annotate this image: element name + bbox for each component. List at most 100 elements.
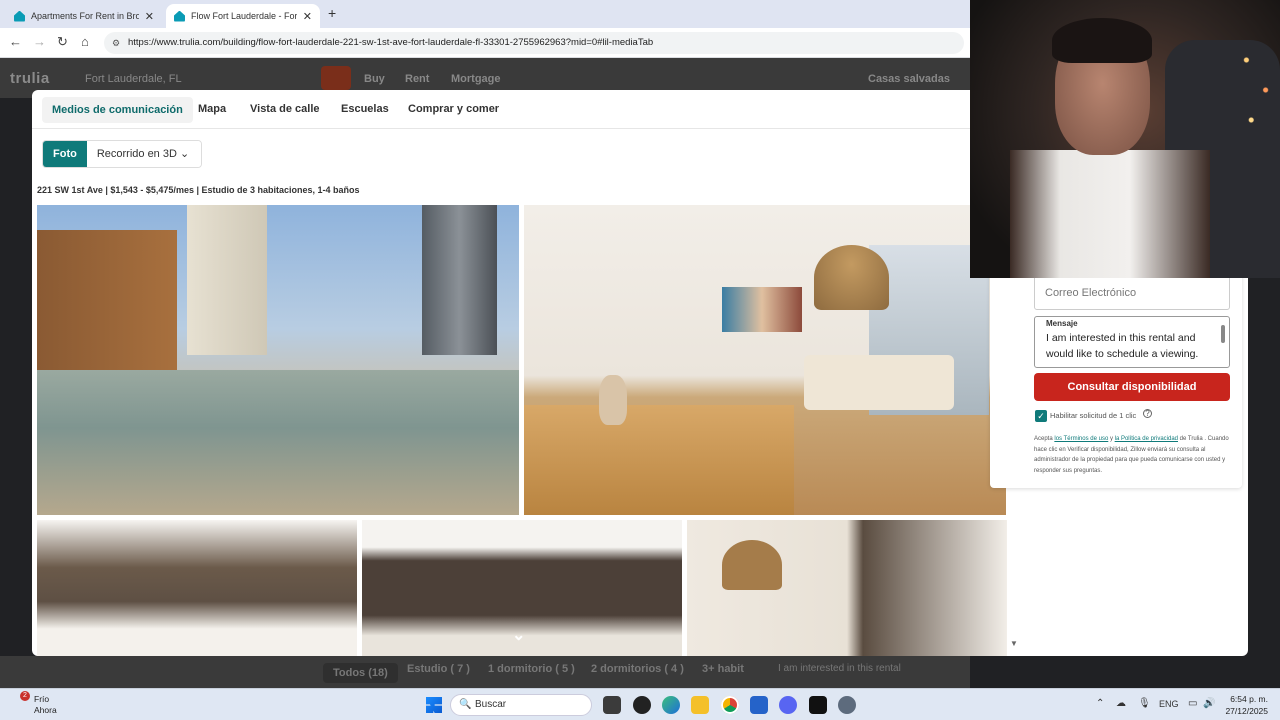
photo-kitchen-3[interactable]: [687, 520, 1007, 656]
app-icon[interactable]: [633, 696, 651, 714]
discord-icon[interactable]: [779, 696, 797, 714]
tab-title: Flow Fort Lauderdale - Fort La: [191, 11, 297, 21]
tab-map[interactable]: Mapa: [198, 96, 226, 122]
scroll-arrow-icon[interactable]: ▼: [1010, 639, 1018, 648]
legal-prefix: Acepta: [1034, 436, 1055, 442]
help-icon[interactable]: ?: [1143, 409, 1152, 418]
tab-title: Apartments For Rent in Browar: [31, 11, 139, 21]
url-field[interactable]: ⚙ https://www.trulia.com/building/flow-f…: [104, 32, 964, 54]
file-explorer-icon[interactable]: [691, 696, 709, 714]
chrome-icon[interactable]: [721, 696, 739, 714]
close-tab-icon[interactable]: ✕: [303, 10, 312, 23]
search-icon: 🔍: [459, 699, 472, 710]
windows-taskbar: 2 Frío Ahora 🔍 Buscar ⌃ ☁ 🎙 ENG ▭ 🔊 6:54…: [0, 688, 1280, 720]
back-icon[interactable]: ←: [9, 34, 22, 49]
close-tab-icon[interactable]: ✕: [145, 10, 154, 23]
url-text: https://www.trulia.com/building/flow-for…: [128, 37, 654, 48]
new-tab-icon[interactable]: +: [328, 5, 336, 21]
photo-detail: [37, 370, 519, 515]
nav-rent[interactable]: Rent: [405, 73, 429, 85]
photo-detail: [722, 287, 802, 332]
photo-detail: [722, 540, 782, 590]
tab-media[interactable]: Medios de comunicación: [42, 97, 193, 123]
one-click-checkbox[interactable]: ✓: [1035, 410, 1047, 422]
search-button[interactable]: [321, 66, 351, 90]
taskbar-search[interactable]: 🔍 Buscar: [450, 694, 592, 716]
webcam-overlay: [970, 0, 1280, 278]
legal-text: Acepta los Términos de uso y la Política…: [1034, 434, 1234, 476]
network-icon[interactable]: ▭: [1188, 698, 1197, 709]
photo-detail: [524, 405, 794, 515]
clock-date: 27/12/2025: [1225, 706, 1268, 716]
reload-icon[interactable]: ↻: [57, 34, 68, 50]
3d-tour-toggle-button[interactable]: Recorrido en 3D ⌄: [86, 141, 202, 167]
scroll-down-chevron-icon[interactable]: ⌄: [512, 625, 525, 645]
photo-detail: [814, 245, 889, 310]
message-text: I am interested in this rental and would…: [1046, 332, 1199, 360]
tab-street-view[interactable]: Vista de calle: [250, 96, 320, 122]
tab-schools[interactable]: Escuelas: [341, 96, 389, 122]
trulia-favicon-icon: [174, 10, 185, 22]
taskbar-clock[interactable]: 6:54 p. m. 27/12/2025: [1222, 693, 1268, 717]
photo-kitchen-1[interactable]: [37, 520, 357, 656]
address-bar-row: ← → ↻ ⌂ ⚙ https://www.trulia.com/buildin…: [0, 28, 970, 58]
browser-tab-apartments[interactable]: Apartments For Rent in Browar ✕: [6, 4, 162, 28]
check-availability-button[interactable]: Consultar disponibilidad: [1034, 373, 1230, 401]
photo-toggle-button[interactable]: Foto: [43, 141, 87, 167]
edge-icon[interactable]: [662, 696, 680, 714]
tab-shop-eat[interactable]: Comprar y comer: [408, 96, 499, 122]
webcam-detail: [1232, 40, 1280, 140]
privacy-link[interactable]: la Política de privacidad: [1115, 436, 1178, 442]
filter-2bed[interactable]: 2 dormitorios ( 4 ): [591, 663, 684, 675]
epic-games-icon[interactable]: [809, 696, 827, 714]
photo-detail: [804, 355, 954, 410]
view-toggle: Foto Recorrido en 3D ⌄: [42, 140, 203, 168]
task-view-icon[interactable]: [603, 696, 621, 714]
message-textarea[interactable]: Mensaje I am interested in this rental a…: [1034, 316, 1230, 368]
microphone-icon[interactable]: 🎙: [1138, 698, 1151, 709]
terms-link[interactable]: los Términos de uso: [1054, 436, 1108, 442]
store-icon[interactable]: [750, 696, 768, 714]
trulia-favicon-icon: [14, 10, 25, 22]
chevron-down-icon: ⌄: [179, 148, 190, 160]
listing-caption: 221 SW 1st Ave | $1,543 - $5,475/mes | E…: [37, 185, 360, 195]
webcam-detail: [1052, 18, 1152, 63]
webcam-detail: [1010, 150, 1210, 278]
browser-tab-flow[interactable]: Flow Fort Lauderdale - Fort La ✕: [166, 4, 320, 28]
windows-start-icon[interactable]: [426, 697, 442, 713]
weather-temp: Frío: [34, 694, 50, 704]
location-search-input[interactable]: Fort Lauderdale, FL: [85, 73, 182, 85]
taskbar-search-label: Buscar: [475, 699, 507, 710]
photo-detail: [599, 375, 627, 425]
weather-badge: 2: [20, 691, 30, 701]
clock-time: 6:54 p. m.: [1230, 694, 1268, 704]
cloud-icon[interactable]: ☁: [1116, 698, 1126, 709]
browser-tab-bar: Apartments For Rent in Browar ✕ Flow For…: [0, 0, 970, 28]
photo-detail: [187, 205, 267, 355]
language-indicator[interactable]: ENG: [1159, 699, 1179, 709]
home-icon[interactable]: ⌂: [81, 34, 89, 49]
photo-pool[interactable]: [37, 205, 519, 515]
filter-studio[interactable]: Estudio ( 7 ): [407, 663, 470, 675]
weather-widget[interactable]: Frío Ahora: [34, 694, 57, 716]
site-info-icon[interactable]: ⚙: [112, 32, 120, 54]
tray-overflow-icon[interactable]: ⌃: [1096, 698, 1104, 709]
textarea-scrollbar[interactable]: [1221, 325, 1225, 343]
saved-homes-link[interactable]: Casas salvadas: [868, 73, 950, 85]
trulia-logo[interactable]: trulia: [10, 70, 50, 87]
filter-all[interactable]: Todos (18): [323, 663, 398, 683]
3d-tour-label: Recorrido en 3D: [96, 148, 177, 160]
photo-living-room[interactable]: [524, 205, 1006, 515]
forward-icon[interactable]: →: [33, 34, 46, 49]
nav-mortgage[interactable]: Mortgage: [451, 73, 501, 85]
email-field[interactable]: Correo Electrónico: [1034, 275, 1230, 310]
volume-icon[interactable]: 🔊: [1203, 698, 1215, 709]
settings-icon[interactable]: [838, 696, 856, 714]
weather-time: Ahora: [34, 705, 57, 715]
nav-buy[interactable]: Buy: [364, 73, 385, 85]
one-click-label: Habilitar solicitud de 1 clic: [1050, 411, 1137, 420]
message-label: Mensaje: [1046, 319, 1078, 328]
background-message: I am interested in this rental: [778, 663, 901, 674]
filter-1bed[interactable]: 1 dormitorio ( 5 ): [488, 663, 575, 675]
filter-3bed[interactable]: 3+ habit: [702, 663, 744, 675]
